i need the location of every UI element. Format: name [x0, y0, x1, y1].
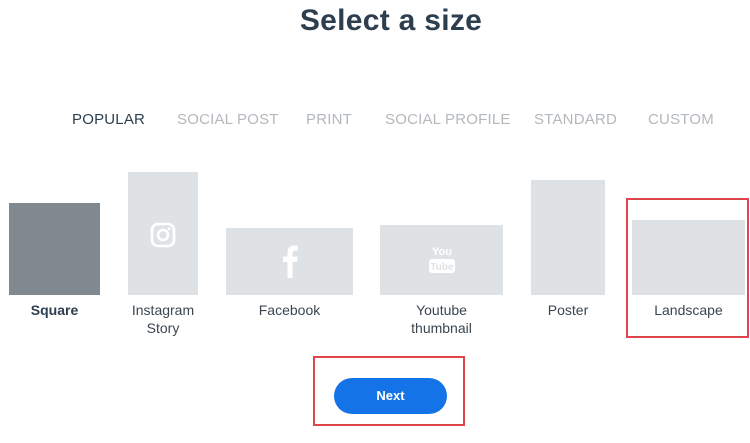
square-thumbnail[interactable] — [9, 203, 100, 295]
svg-text:You: You — [432, 246, 452, 258]
size-label-instagram-line2: Story — [146, 320, 180, 336]
tab-custom[interactable]: CUSTOM — [648, 111, 714, 128]
facebook-thumbnail[interactable] — [226, 228, 353, 295]
tab-social-post[interactable]: SOCIAL POST — [177, 111, 279, 128]
size-label-facebook: Facebook — [258, 302, 321, 318]
size-label-youtube-line2: thumbnail — [411, 320, 472, 336]
svg-text:Tube: Tube — [430, 262, 454, 273]
poster-thumbnail[interactable] — [531, 180, 605, 295]
size-label-instagram-line1: Instagram — [131, 302, 195, 318]
tab-social-profile[interactable]: SOCIAL PROFILE — [385, 111, 511, 128]
facebook-icon — [283, 245, 298, 278]
size-label-square: Square — [30, 302, 79, 318]
page-title: Select a size — [299, 4, 483, 37]
youtube-icon: You Tube — [429, 246, 455, 273]
size-label-youtube-thumbnail: Youtube thumbnail — [380, 301, 503, 337]
tab-popular[interactable]: POPULAR — [72, 111, 145, 128]
size-label-instagram-story: Instagram Story — [113, 301, 213, 337]
next-button[interactable]: Next — [334, 378, 447, 414]
landscape-highlight-box — [626, 198, 749, 338]
youtube-thumbnail[interactable]: You Tube — [380, 225, 503, 295]
instagram-story-thumbnail[interactable] — [128, 172, 198, 295]
tab-print[interactable]: PRINT — [306, 111, 352, 128]
instagram-icon — [150, 222, 176, 248]
size-label-poster: Poster — [547, 302, 589, 318]
tab-standard[interactable]: STANDARD — [534, 111, 617, 128]
size-label-youtube-line1: Youtube — [416, 302, 467, 318]
